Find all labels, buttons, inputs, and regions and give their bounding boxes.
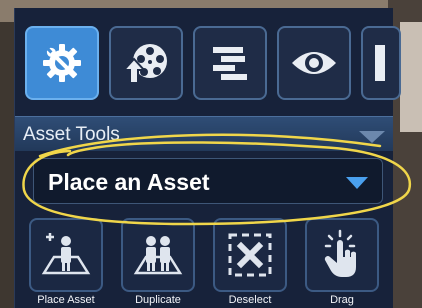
mode-dropdown-value: Place an Asset xyxy=(48,169,210,195)
tab-visibility[interactable] xyxy=(277,26,351,100)
tab-partial[interactable] xyxy=(361,26,401,100)
drag-hand-icon xyxy=(324,229,356,277)
partial-tab-icon xyxy=(375,45,385,81)
tab-media[interactable] xyxy=(109,26,183,100)
tab-bar xyxy=(15,16,401,108)
tab-settings[interactable] xyxy=(25,26,99,100)
collapse-caret-icon[interactable] xyxy=(359,131,385,143)
section-header[interactable]: Asset Tools xyxy=(15,116,393,151)
tool-label-drag: Drag xyxy=(330,294,354,306)
drag-button[interactable] xyxy=(305,218,379,292)
place-asset-icon xyxy=(41,233,91,275)
background-right-highlight xyxy=(400,22,422,132)
film-reel-upload-icon xyxy=(121,44,167,84)
duplicate-button[interactable] xyxy=(121,218,195,292)
place-asset-button[interactable] xyxy=(29,218,103,292)
duplicate-icon xyxy=(133,236,183,275)
settings-tools-icon xyxy=(43,44,81,82)
tool-label-place-asset: Place Asset xyxy=(37,294,95,306)
mode-dropdown[interactable]: Place an Asset xyxy=(33,158,383,204)
section-title: Asset Tools xyxy=(23,124,120,145)
tool-label-duplicate: Duplicate xyxy=(135,294,181,306)
timeline-bars-icon xyxy=(213,47,247,80)
tab-timeline[interactable] xyxy=(193,26,267,100)
chevron-down-icon xyxy=(346,177,368,189)
eye-icon xyxy=(292,52,336,74)
tool-label-deselect: Deselect xyxy=(228,294,272,306)
deselect-button[interactable] xyxy=(213,218,287,292)
asset-tools-panel: Asset Tools Place an Asset Place Asset D… xyxy=(14,8,401,308)
deselect-icon xyxy=(228,233,272,277)
